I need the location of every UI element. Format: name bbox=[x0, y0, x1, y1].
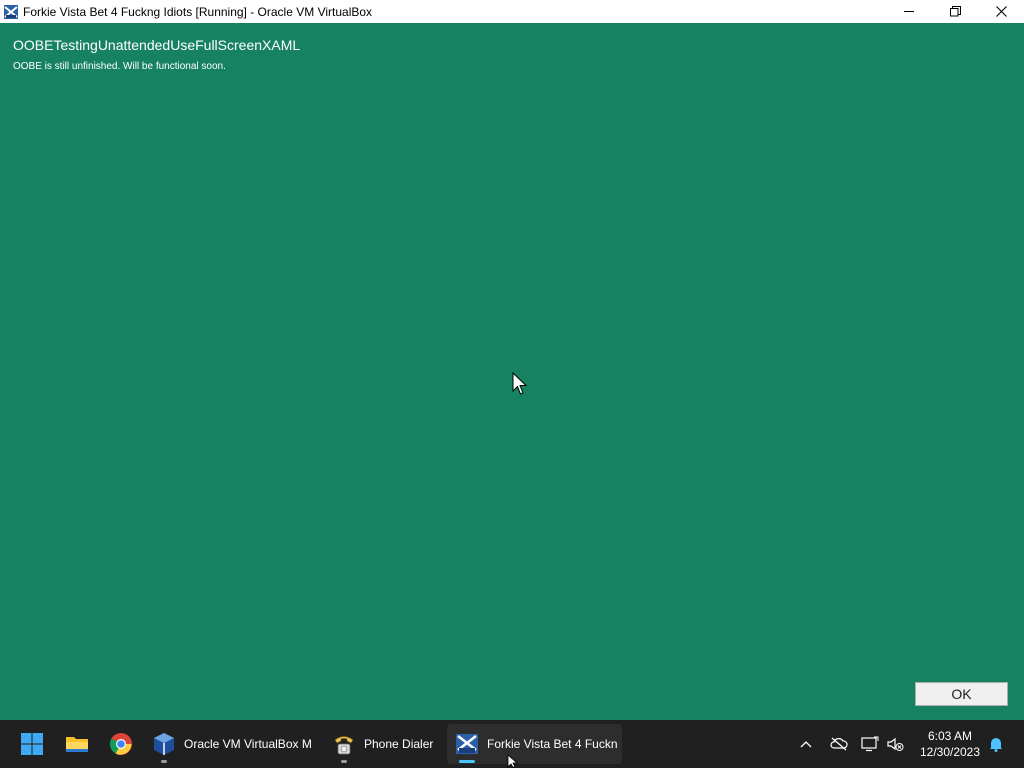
network-tray[interactable] bbox=[828, 720, 850, 768]
running-indicator bbox=[161, 760, 167, 763]
minimize-icon bbox=[903, 11, 914, 12]
bell-icon bbox=[989, 738, 1003, 752]
virtualbox-icon bbox=[154, 733, 174, 755]
window-title: Forkie Vista Bet 4 Fuckng Idiots [Runnin… bbox=[23, 4, 373, 19]
mouse-cursor-icon bbox=[507, 754, 519, 768]
restore-icon bbox=[949, 6, 961, 17]
taskbar-label: Forkie Vista Bet 4 Fuckn bbox=[487, 737, 618, 751]
taskbar-file-explorer[interactable] bbox=[65, 720, 89, 768]
clock-time: 6:03 AM bbox=[927, 729, 973, 743]
running-indicator bbox=[341, 760, 347, 763]
phone-dialer-icon bbox=[334, 736, 354, 755]
chevron-up-icon bbox=[800, 741, 812, 748]
ok-button[interactable]: OK bbox=[915, 682, 1008, 706]
file-explorer-icon bbox=[66, 737, 88, 752]
windows-start-icon bbox=[21, 733, 43, 755]
start-button[interactable] bbox=[20, 720, 44, 768]
network-off-icon bbox=[830, 737, 848, 751]
taskbar: Oracle VM VirtualBox M Phone Dialer Fork… bbox=[0, 720, 1024, 768]
volume-tray[interactable] bbox=[884, 720, 906, 768]
close-button[interactable] bbox=[978, 0, 1024, 23]
window-titlebar: Forkie Vista Bet 4 Fuckng Idiots [Runnin… bbox=[0, 0, 1024, 23]
vm-display[interactable]: OOBETestingUnattendedUseFullScreenXAML O… bbox=[0, 23, 1024, 720]
active-indicator bbox=[459, 760, 475, 763]
minimize-button[interactable] bbox=[886, 0, 932, 23]
system-clock[interactable]: 6:03 AM 12/30/2023 bbox=[914, 728, 986, 760]
clock-date: 12/30/2023 bbox=[919, 745, 981, 759]
close-icon bbox=[995, 6, 1007, 17]
vista-vm-icon bbox=[456, 734, 478, 754]
restore-button[interactable] bbox=[932, 0, 978, 23]
notification-button[interactable] bbox=[986, 720, 1006, 768]
display-tray[interactable] bbox=[859, 720, 881, 768]
taskbar-vista-vm[interactable]: Forkie Vista Bet 4 Fuckn bbox=[455, 720, 618, 768]
volume-muted-icon bbox=[887, 737, 904, 751]
oobe-message: OOBE is still unfinished. Will be functi… bbox=[13, 61, 226, 72]
taskbar-label: Phone Dialer bbox=[364, 737, 434, 751]
taskbar-virtualbox[interactable]: Oracle VM VirtualBox M bbox=[152, 720, 312, 768]
taskbar-phone-dialer[interactable]: Phone Dialer bbox=[332, 720, 433, 768]
mouse-cursor-icon bbox=[512, 372, 528, 395]
oobe-title: OOBETestingUnattendedUseFullScreenXAML bbox=[13, 37, 301, 53]
taskbar-label: Oracle VM VirtualBox M bbox=[184, 737, 312, 751]
taskbar-chrome[interactable] bbox=[109, 720, 133, 768]
vista-vm-icon bbox=[4, 4, 18, 19]
chrome-icon bbox=[110, 733, 132, 755]
display-icon bbox=[861, 736, 879, 752]
show-hidden-icons-button[interactable] bbox=[796, 720, 816, 768]
